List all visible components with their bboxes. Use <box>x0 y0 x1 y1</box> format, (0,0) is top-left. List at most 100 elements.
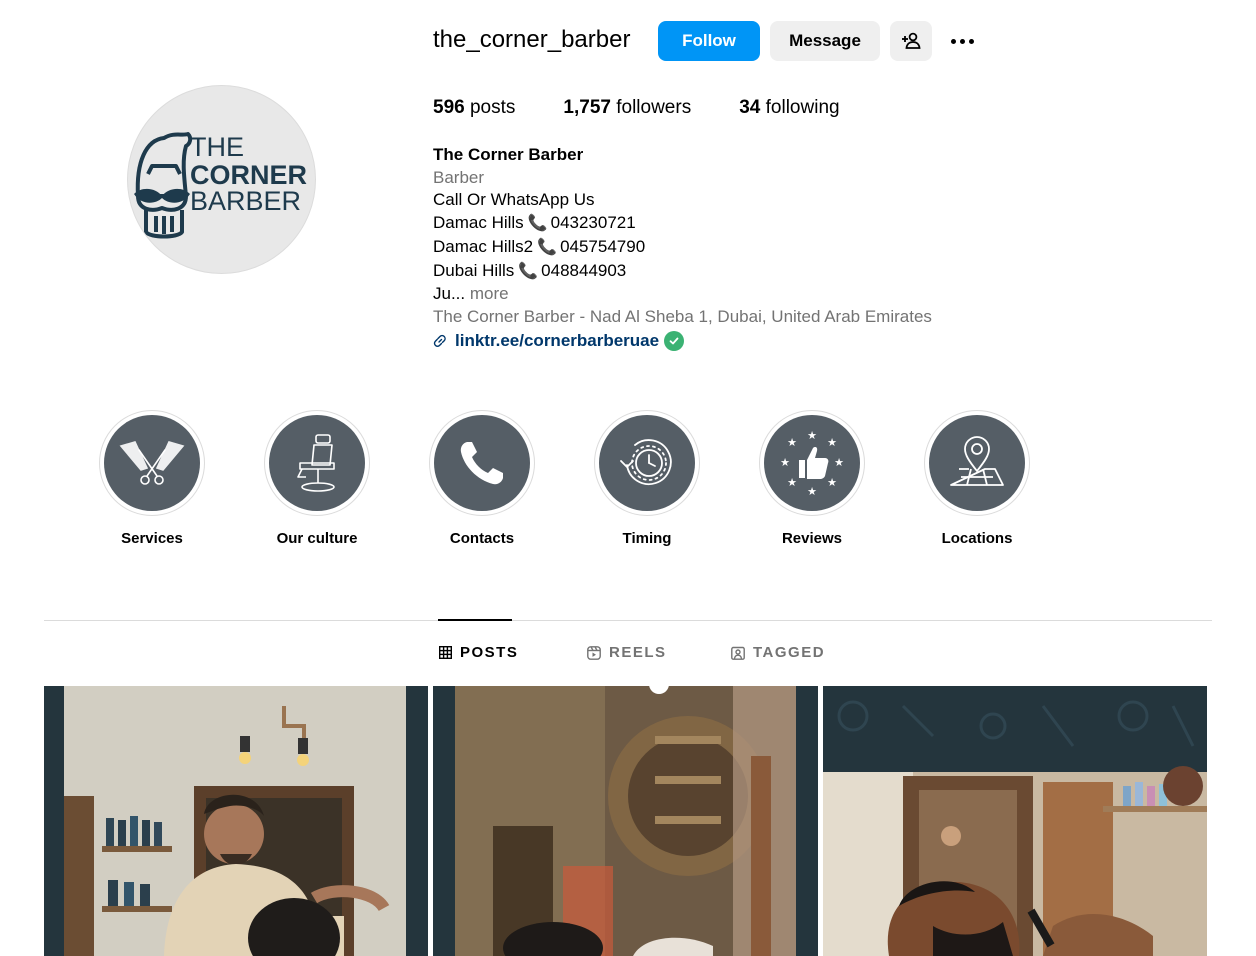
phone-icon <box>460 442 503 485</box>
highlight-cover <box>269 415 365 511</box>
post-thumbnail[interactable] <box>44 686 428 956</box>
follow-button[interactable]: Follow <box>658 21 760 61</box>
clock-icon <box>620 439 672 486</box>
bio-more-link[interactable]: more <box>470 284 509 303</box>
message-button[interactable]: Message <box>770 21 880 61</box>
highlight-ring <box>924 410 1030 516</box>
highlight-label: Contacts <box>449 530 515 547</box>
reels-icon <box>587 645 601 660</box>
thumbs-up-stars-icon: ★ ★ ★ ★ ★ ★ ★ ★ <box>780 429 844 498</box>
tab-reels[interactable]: REELS <box>587 644 667 661</box>
tagged-user-icon <box>731 646 745 660</box>
post-thumbnail[interactable] <box>823 686 1207 956</box>
highlight-cover <box>434 415 530 511</box>
profile-avatar[interactable]: THE CORNER BARBER <box>127 85 316 274</box>
posts-label: posts <box>469 97 516 118</box>
highlight-label: Services <box>121 530 183 547</box>
highlight-ring <box>594 410 700 516</box>
post-thumbnail[interactable] <box>433 686 818 956</box>
svg-text:★: ★ <box>807 485 817 498</box>
phone-icon: 📞 <box>518 262 539 280</box>
highlight-services[interactable]: Services <box>99 410 205 547</box>
bio-truncated: Ju... <box>433 284 466 304</box>
svg-text:★: ★ <box>787 476 797 489</box>
bio-phone: 043230721 <box>550 213 636 233</box>
tabs-divider <box>44 620 1212 621</box>
add-user-icon <box>902 32 921 49</box>
highlight-cover <box>599 415 695 511</box>
phone-icon: 📞 <box>537 238 558 256</box>
bio-link-row: linktr.ee/cornerbarberuae <box>433 330 932 353</box>
more-dot-icon <box>968 38 974 44</box>
bio-external-link[interactable]: linktr.ee/cornerbarberuae <box>455 330 659 353</box>
following-stat[interactable]: 34 following <box>739 97 839 119</box>
followers-count: 1,757 <box>563 97 611 118</box>
verified-check-icon <box>664 330 685 351</box>
highlight-label: Locations <box>941 530 1013 547</box>
following-label: following <box>765 97 840 118</box>
highlight-locations[interactable]: Locations <box>924 410 1030 547</box>
highlight-cover <box>104 415 200 511</box>
link-icon <box>433 334 446 347</box>
tab-tagged[interactable]: TAGGED <box>731 644 825 661</box>
bio-location: Damac Hills <box>433 213 524 233</box>
tab-posts-label: POSTS <box>460 644 519 661</box>
profile-stats: 596 posts 1,757 followers 34 following <box>433 97 888 119</box>
highlight-label: Reviews <box>781 530 843 547</box>
bio-line: Call Or WhatsApp Us <box>433 190 595 210</box>
bio-phone-row: Damac Hills 📞 043230721 <box>433 212 932 236</box>
suggest-user-button[interactable] <box>890 21 932 61</box>
active-tab-indicator <box>438 619 512 621</box>
highlight-reviews[interactable]: ★ ★ ★ ★ ★ ★ ★ ★ Reviews <box>759 410 865 547</box>
following-count: 34 <box>739 97 761 118</box>
highlight-label: Our culture <box>276 530 358 547</box>
bio-address[interactable]: The Corner Barber - Nad Al Sheba 1, Duba… <box>433 306 932 329</box>
followers-label: followers <box>616 97 692 118</box>
bio-phone: 048844903 <box>541 260 627 280</box>
bio-phone-row: Damac Hills2 📞 045754790 <box>433 236 932 260</box>
highlight-contacts[interactable]: Contacts <box>429 410 535 547</box>
post-image <box>823 686 1207 956</box>
corner-barber-logo: THE CORNER BARBER <box>134 132 307 239</box>
highlight-ring <box>99 410 205 516</box>
tab-posts[interactable]: POSTS <box>439 644 518 661</box>
bio-location: Damac Hills2 <box>433 236 534 256</box>
highlight-cover <box>929 415 1025 511</box>
svg-text:★: ★ <box>834 456 844 469</box>
highlight-cover: ★ ★ ★ ★ ★ ★ ★ ★ <box>764 415 860 511</box>
bio-location: Dubai Hills <box>433 260 515 280</box>
bio-phone-row: Dubai Hills 📞 048844903 <box>433 260 932 284</box>
svg-text:★: ★ <box>827 476 837 489</box>
logo-line1: THE <box>190 132 244 162</box>
post-image <box>433 686 818 956</box>
phone-icon: 📞 <box>527 215 548 233</box>
grid-icon <box>439 646 452 659</box>
profile-username: the_corner_barber <box>433 26 631 53</box>
bio-name: The Corner Barber <box>433 145 584 164</box>
highlight-label: Timing <box>622 530 672 547</box>
highlight-timing[interactable]: Timing <box>594 410 700 547</box>
svg-text:★: ★ <box>807 429 817 442</box>
scissors-combs-icon <box>119 441 185 485</box>
highlight-ring: ★ ★ ★ ★ ★ ★ ★ ★ <box>759 410 865 516</box>
bio-truncated-row: Ju... more <box>433 283 932 306</box>
tab-tagged-label: TAGGED <box>753 644 826 661</box>
svg-text:★: ★ <box>787 436 797 449</box>
svg-text:★: ★ <box>827 436 837 449</box>
highlight-ring <box>429 410 535 516</box>
highlight-our-culture[interactable]: Our culture <box>264 410 370 547</box>
profile-bio: The Corner Barber Barber Call Or WhatsAp… <box>433 144 932 352</box>
logo-line3: BARBER <box>190 186 301 216</box>
followers-stat[interactable]: 1,757 followers <box>563 97 691 119</box>
tab-reels-label: REELS <box>609 644 667 661</box>
more-options-button[interactable] <box>944 27 980 55</box>
posts-count: 596 <box>433 97 465 118</box>
map-pin-icon <box>950 436 1004 486</box>
highlight-ring <box>264 410 370 516</box>
more-dot-icon <box>950 38 956 44</box>
barber-chair-icon <box>297 434 335 492</box>
svg-text:★: ★ <box>780 456 790 469</box>
bio-category: Barber <box>433 167 485 187</box>
more-dot-icon <box>959 38 965 44</box>
bio-phone: 045754790 <box>560 236 646 256</box>
